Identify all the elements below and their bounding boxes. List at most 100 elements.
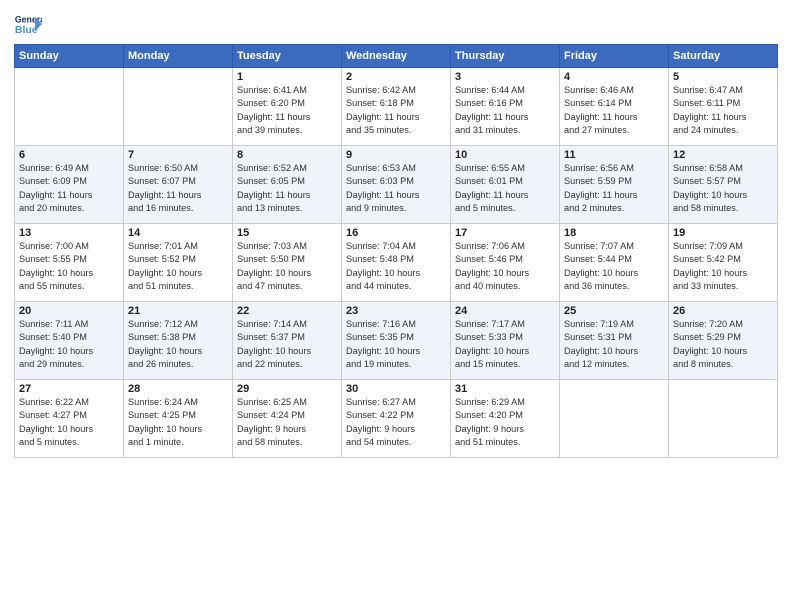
- logo-icon: General Blue: [14, 10, 42, 38]
- day-cell: 26Sunrise: 7:20 AMSunset: 5:29 PMDayligh…: [669, 302, 778, 380]
- day-info: Sunrise: 7:04 AMSunset: 5:48 PMDaylight:…: [346, 240, 446, 293]
- day-number: 5: [673, 71, 773, 83]
- day-cell: 15Sunrise: 7:03 AMSunset: 5:50 PMDayligh…: [233, 224, 342, 302]
- day-number: 31: [455, 383, 555, 395]
- day-info: Sunrise: 7:12 AMSunset: 5:38 PMDaylight:…: [128, 318, 228, 371]
- header-tuesday: Tuesday: [233, 45, 342, 68]
- day-number: 8: [237, 149, 337, 161]
- header-sunday: Sunday: [15, 45, 124, 68]
- day-info: Sunrise: 6:55 AMSunset: 6:01 PMDaylight:…: [455, 162, 555, 215]
- day-cell: 31Sunrise: 6:29 AMSunset: 4:20 PMDayligh…: [451, 380, 560, 458]
- day-number: 25: [564, 305, 664, 317]
- day-info: Sunrise: 6:24 AMSunset: 4:25 PMDaylight:…: [128, 396, 228, 449]
- svg-text:Blue: Blue: [15, 24, 38, 36]
- day-info: Sunrise: 6:52 AMSunset: 6:05 PMDaylight:…: [237, 162, 337, 215]
- day-number: 17: [455, 227, 555, 239]
- day-number: 22: [237, 305, 337, 317]
- day-info: Sunrise: 7:17 AMSunset: 5:33 PMDaylight:…: [455, 318, 555, 371]
- day-info: Sunrise: 6:42 AMSunset: 6:18 PMDaylight:…: [346, 84, 446, 137]
- day-number: 18: [564, 227, 664, 239]
- week-row-5: 27Sunrise: 6:22 AMSunset: 4:27 PMDayligh…: [15, 380, 778, 458]
- day-number: 29: [237, 383, 337, 395]
- day-cell: [669, 380, 778, 458]
- week-row-4: 20Sunrise: 7:11 AMSunset: 5:40 PMDayligh…: [15, 302, 778, 380]
- day-number: 15: [237, 227, 337, 239]
- week-row-2: 6Sunrise: 6:49 AMSunset: 6:09 PMDaylight…: [15, 146, 778, 224]
- day-number: 3: [455, 71, 555, 83]
- day-cell: 22Sunrise: 7:14 AMSunset: 5:37 PMDayligh…: [233, 302, 342, 380]
- logo: General Blue: [14, 10, 42, 38]
- header-monday: Monday: [124, 45, 233, 68]
- day-info: Sunrise: 7:01 AMSunset: 5:52 PMDaylight:…: [128, 240, 228, 293]
- day-cell: 3Sunrise: 6:44 AMSunset: 6:16 PMDaylight…: [451, 68, 560, 146]
- header-thursday: Thursday: [451, 45, 560, 68]
- day-info: Sunrise: 6:56 AMSunset: 5:59 PMDaylight:…: [564, 162, 664, 215]
- day-info: Sunrise: 6:46 AMSunset: 6:14 PMDaylight:…: [564, 84, 664, 137]
- day-info: Sunrise: 6:44 AMSunset: 6:16 PMDaylight:…: [455, 84, 555, 137]
- day-info: Sunrise: 6:27 AMSunset: 4:22 PMDaylight:…: [346, 396, 446, 449]
- day-number: 28: [128, 383, 228, 395]
- week-row-3: 13Sunrise: 7:00 AMSunset: 5:55 PMDayligh…: [15, 224, 778, 302]
- day-cell: 5Sunrise: 6:47 AMSunset: 6:11 PMDaylight…: [669, 68, 778, 146]
- day-info: Sunrise: 6:53 AMSunset: 6:03 PMDaylight:…: [346, 162, 446, 215]
- day-cell: 10Sunrise: 6:55 AMSunset: 6:01 PMDayligh…: [451, 146, 560, 224]
- day-number: 12: [673, 149, 773, 161]
- day-info: Sunrise: 7:14 AMSunset: 5:37 PMDaylight:…: [237, 318, 337, 371]
- day-cell: 14Sunrise: 7:01 AMSunset: 5:52 PMDayligh…: [124, 224, 233, 302]
- day-cell: 23Sunrise: 7:16 AMSunset: 5:35 PMDayligh…: [342, 302, 451, 380]
- day-info: Sunrise: 7:03 AMSunset: 5:50 PMDaylight:…: [237, 240, 337, 293]
- page: General Blue SundayMondayTuesdayWednesda…: [0, 0, 792, 612]
- day-cell: 11Sunrise: 6:56 AMSunset: 5:59 PMDayligh…: [560, 146, 669, 224]
- day-info: Sunrise: 6:41 AMSunset: 6:20 PMDaylight:…: [237, 84, 337, 137]
- calendar-table: SundayMondayTuesdayWednesdayThursdayFrid…: [14, 44, 778, 458]
- day-info: Sunrise: 7:06 AMSunset: 5:46 PMDaylight:…: [455, 240, 555, 293]
- day-cell: 6Sunrise: 6:49 AMSunset: 6:09 PMDaylight…: [15, 146, 124, 224]
- day-number: 10: [455, 149, 555, 161]
- day-number: 21: [128, 305, 228, 317]
- day-info: Sunrise: 6:22 AMSunset: 4:27 PMDaylight:…: [19, 396, 119, 449]
- day-cell: 19Sunrise: 7:09 AMSunset: 5:42 PMDayligh…: [669, 224, 778, 302]
- day-number: 20: [19, 305, 119, 317]
- day-info: Sunrise: 7:19 AMSunset: 5:31 PMDaylight:…: [564, 318, 664, 371]
- day-cell: 20Sunrise: 7:11 AMSunset: 5:40 PMDayligh…: [15, 302, 124, 380]
- header-wednesday: Wednesday: [342, 45, 451, 68]
- day-number: 1: [237, 71, 337, 83]
- day-info: Sunrise: 7:16 AMSunset: 5:35 PMDaylight:…: [346, 318, 446, 371]
- day-info: Sunrise: 6:49 AMSunset: 6:09 PMDaylight:…: [19, 162, 119, 215]
- day-cell: 21Sunrise: 7:12 AMSunset: 5:38 PMDayligh…: [124, 302, 233, 380]
- day-info: Sunrise: 6:58 AMSunset: 5:57 PMDaylight:…: [673, 162, 773, 215]
- day-number: 2: [346, 71, 446, 83]
- day-cell: 24Sunrise: 7:17 AMSunset: 5:33 PMDayligh…: [451, 302, 560, 380]
- day-info: Sunrise: 7:20 AMSunset: 5:29 PMDaylight:…: [673, 318, 773, 371]
- day-cell: 30Sunrise: 6:27 AMSunset: 4:22 PMDayligh…: [342, 380, 451, 458]
- day-info: Sunrise: 7:07 AMSunset: 5:44 PMDaylight:…: [564, 240, 664, 293]
- day-number: 9: [346, 149, 446, 161]
- day-cell: 13Sunrise: 7:00 AMSunset: 5:55 PMDayligh…: [15, 224, 124, 302]
- header-row: SundayMondayTuesdayWednesdayThursdayFrid…: [15, 45, 778, 68]
- header-saturday: Saturday: [669, 45, 778, 68]
- day-info: Sunrise: 6:50 AMSunset: 6:07 PMDaylight:…: [128, 162, 228, 215]
- day-cell: 1Sunrise: 6:41 AMSunset: 6:20 PMDaylight…: [233, 68, 342, 146]
- day-cell: 16Sunrise: 7:04 AMSunset: 5:48 PMDayligh…: [342, 224, 451, 302]
- day-number: 16: [346, 227, 446, 239]
- day-cell: 18Sunrise: 7:07 AMSunset: 5:44 PMDayligh…: [560, 224, 669, 302]
- day-cell: [124, 68, 233, 146]
- day-cell: 17Sunrise: 7:06 AMSunset: 5:46 PMDayligh…: [451, 224, 560, 302]
- day-info: Sunrise: 6:29 AMSunset: 4:20 PMDaylight:…: [455, 396, 555, 449]
- week-row-1: 1Sunrise: 6:41 AMSunset: 6:20 PMDaylight…: [15, 68, 778, 146]
- day-number: 27: [19, 383, 119, 395]
- day-cell: 25Sunrise: 7:19 AMSunset: 5:31 PMDayligh…: [560, 302, 669, 380]
- day-cell: 29Sunrise: 6:25 AMSunset: 4:24 PMDayligh…: [233, 380, 342, 458]
- day-number: 11: [564, 149, 664, 161]
- header: General Blue: [14, 10, 778, 38]
- day-cell: 12Sunrise: 6:58 AMSunset: 5:57 PMDayligh…: [669, 146, 778, 224]
- day-info: Sunrise: 7:00 AMSunset: 5:55 PMDaylight:…: [19, 240, 119, 293]
- day-cell: 8Sunrise: 6:52 AMSunset: 6:05 PMDaylight…: [233, 146, 342, 224]
- day-number: 13: [19, 227, 119, 239]
- day-number: 19: [673, 227, 773, 239]
- day-cell: 27Sunrise: 6:22 AMSunset: 4:27 PMDayligh…: [15, 380, 124, 458]
- day-cell: 7Sunrise: 6:50 AMSunset: 6:07 PMDaylight…: [124, 146, 233, 224]
- day-number: 23: [346, 305, 446, 317]
- day-cell: 28Sunrise: 6:24 AMSunset: 4:25 PMDayligh…: [124, 380, 233, 458]
- day-cell: [15, 68, 124, 146]
